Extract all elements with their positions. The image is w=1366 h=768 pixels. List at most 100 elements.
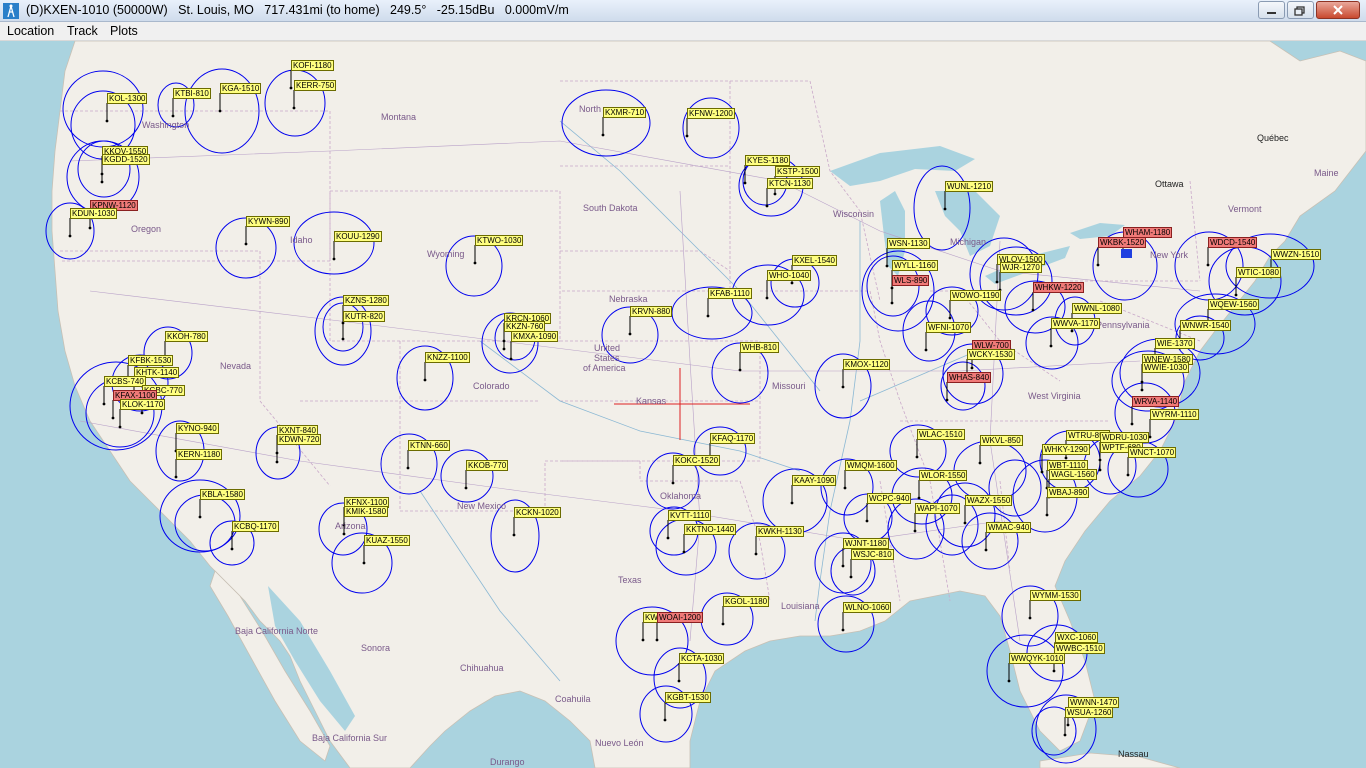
station-label[interactable]: WHKY-1290	[1042, 444, 1090, 455]
map-view[interactable]: Montana North South Dakota Oregon Idaho Wyomi…	[0, 41, 1366, 768]
station-label[interactable]: WYLL-1160	[892, 260, 938, 271]
station-label[interactable]: KXEL-1540	[792, 255, 837, 266]
station-label[interactable]: WYRM-1110	[1150, 409, 1199, 420]
station-label[interactable]: WCKY-1530	[967, 349, 1015, 360]
station-label[interactable]: KCKN-1020	[514, 507, 561, 518]
station-label[interactable]: WSUA-1260	[1065, 707, 1114, 718]
station-label[interactable]: KAAY-1090	[792, 475, 837, 486]
maximize-button[interactable]	[1287, 1, 1314, 19]
station-label[interactable]: KDWN-720	[277, 434, 322, 445]
station-label[interactable]: WCPC-940	[867, 493, 912, 504]
selected-station-marker[interactable]	[1121, 249, 1132, 258]
station-label[interactable]: WSJC-810	[851, 549, 894, 560]
station-label[interactable]: KOFI-1180	[291, 60, 334, 71]
station-label[interactable]: WLS-890	[892, 275, 930, 286]
station-label[interactable]: KBLA-1580	[200, 489, 245, 500]
station-label[interactable]: KYWN-890	[246, 216, 291, 227]
station-label[interactable]: WHKW-1220	[1033, 282, 1084, 293]
station-label[interactable]: WLAC-1510	[917, 429, 965, 440]
station-label[interactable]: KCBS-740	[104, 376, 146, 387]
station-label[interactable]: WNWR-1540	[1180, 320, 1232, 331]
station-label[interactable]: WYMM-1530	[1030, 590, 1081, 601]
station-label[interactable]: KSTP-1500	[775, 166, 821, 177]
station-label[interactable]: KOUU-1290	[334, 231, 382, 242]
station-label[interactable]: WHO-1040	[767, 270, 812, 281]
station-label[interactable]: WWIE-1030	[1142, 362, 1190, 373]
station-label[interactable]: WHAS-840	[947, 372, 992, 383]
station-label[interactable]: KMOX-1120	[843, 359, 891, 370]
station-label[interactable]: KCTA-1030	[679, 653, 725, 664]
station-label[interactable]: KFAQ-1170	[710, 433, 756, 444]
station-label[interactable]: WKVL-850	[980, 435, 1023, 446]
station-label[interactable]: KTWO-1030	[475, 235, 524, 246]
station-label[interactable]: WQEW-1560	[1208, 299, 1259, 310]
station-label[interactable]: WWVA-1170	[1051, 318, 1101, 329]
station-label[interactable]: WBAJ-890	[1047, 487, 1090, 498]
minimize-button[interactable]	[1258, 1, 1285, 19]
station-label[interactable]: KKOH-780	[165, 331, 208, 342]
station-label[interactable]: WAPI-1070	[915, 503, 960, 514]
station-label[interactable]: KXMR-710	[603, 107, 647, 118]
close-button[interactable]	[1316, 1, 1360, 19]
station-label[interactable]: WWNL-1080	[1072, 303, 1122, 314]
station-label[interactable]: WKBK-1520	[1098, 237, 1147, 248]
station-label[interactable]: KZNS-1280	[343, 295, 389, 306]
station-label[interactable]: KTNN-660	[408, 440, 450, 451]
station-label[interactable]: WNCT-1070	[1128, 447, 1177, 458]
station-label[interactable]: KGOL-1180	[723, 596, 770, 607]
station-label[interactable]: KDUN-1030	[70, 208, 118, 219]
station-location-dot	[292, 106, 296, 110]
station-label[interactable]: KOL-1300	[107, 93, 148, 104]
station-label[interactable]: WLOR-1550	[919, 470, 968, 481]
menu-location[interactable]: Location	[7, 24, 54, 38]
station-label[interactable]: KFAB-1110	[708, 288, 752, 299]
station-label[interactable]: WFNI-1070	[926, 322, 971, 333]
station-label[interactable]: WDCD-1540	[1208, 237, 1258, 248]
station-label[interactable]: KOKC-1520	[673, 455, 721, 466]
station-label[interactable]: WWQYK-1010	[1009, 653, 1066, 664]
station-label[interactable]: WMAC-940	[986, 522, 1032, 533]
station-label[interactable]: KGDD-1520	[102, 154, 150, 165]
station-label[interactable]: KGBT-1530	[665, 692, 711, 703]
station-label[interactable]: KWKH-1130	[756, 526, 804, 537]
station-label[interactable]: KFNW-1200	[687, 108, 735, 119]
station-label[interactable]: KUAZ-1550	[364, 535, 410, 546]
station-label[interactable]: KMXA-1090	[511, 331, 559, 342]
station-label[interactable]: KVTT-1110	[668, 510, 712, 521]
station-label[interactable]: KERN-1180	[176, 449, 223, 460]
station-label[interactable]: KFBK-1530	[128, 355, 174, 366]
station-label[interactable]: WXC-1060	[1055, 632, 1099, 643]
station-label[interactable]: KKTNO-1440	[684, 524, 737, 535]
station-label[interactable]: WMQM-1600	[845, 460, 897, 471]
station-label[interactable]: WHB-810	[740, 342, 779, 353]
station-label[interactable]: KUTR-820	[343, 311, 385, 322]
station-label[interactable]: KGA-1510	[220, 83, 262, 94]
station-label[interactable]: KMIK-1580	[344, 506, 389, 517]
menu-track[interactable]: Track	[67, 24, 98, 38]
station-label[interactable]: WOAI-1200	[657, 612, 703, 623]
station-label[interactable]: WUNL-1210	[945, 181, 994, 192]
station-label[interactable]: WJR-1270	[1000, 262, 1042, 273]
station-label[interactable]: KNZZ-1100	[425, 352, 470, 363]
station-label[interactable]: WLNO-1060	[843, 602, 892, 613]
station-label[interactable]: WAGL-1560	[1049, 469, 1097, 480]
menu-plots[interactable]: Plots	[110, 24, 138, 38]
station-label[interactable]: WJNT-1180	[843, 538, 889, 549]
station-label[interactable]: KRVN-880	[630, 306, 673, 317]
station-label[interactable]: WOWO-1190	[950, 290, 1002, 301]
station-label[interactable]: KCBQ-1170	[232, 521, 279, 532]
station-label[interactable]: WWZN-1510	[1271, 249, 1322, 260]
station-label[interactable]: WTIC-1080	[1236, 267, 1281, 278]
station-label[interactable]: WAZX-1550	[965, 495, 1013, 506]
station-label[interactable]: WRVA-1140	[1132, 396, 1180, 407]
station-label[interactable]: KLOK-1170	[120, 399, 166, 410]
station-label[interactable]: KYES-1180	[745, 155, 791, 166]
station-label[interactable]: KTBI-810	[173, 88, 211, 99]
station-location-dot	[641, 638, 645, 642]
station-label[interactable]: WIE-1370	[1155, 338, 1195, 349]
station-label[interactable]: KYNO-940	[176, 423, 219, 434]
station-label[interactable]: KTCN-1130	[767, 178, 813, 189]
station-label[interactable]: WSN-1130	[887, 238, 930, 249]
station-label[interactable]: KERR-750	[294, 80, 337, 91]
station-label[interactable]: KKOB-770	[466, 460, 509, 471]
